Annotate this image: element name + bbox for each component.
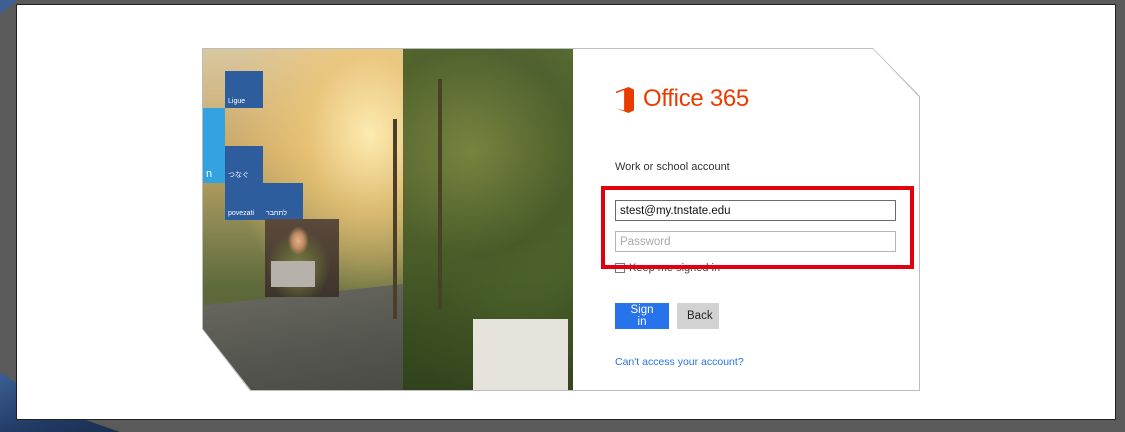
tile-ligue: Ligue — [225, 71, 263, 108]
tile-n: n — [206, 168, 213, 180]
tile-hebrew: לתחבר — [263, 183, 301, 220]
cant-access-account-link[interactable]: Can't access your account? — [615, 356, 744, 368]
office-logo: Office 365 — [616, 85, 749, 113]
palm-tree — [438, 79, 442, 309]
account-type-label: Work or school account — [615, 161, 730, 173]
office-logo-icon — [616, 85, 636, 113]
laptop-image — [271, 261, 315, 287]
tile-tsunagu: つなぐ — [225, 146, 263, 183]
sign-in-button[interactable]: Sign in — [615, 303, 669, 329]
back-button[interactable]: Back — [677, 303, 719, 329]
palm-tree — [393, 119, 397, 319]
tile-blank — [300, 183, 303, 220]
tile-povezati: povezati — [225, 183, 263, 220]
office-logo-text: Office 365 — [643, 85, 749, 112]
red-highlight-box — [601, 186, 914, 269]
hero-photo: Ligue つなぐ n povezati לתחבר — [203, 49, 573, 390]
building — [473, 319, 568, 390]
